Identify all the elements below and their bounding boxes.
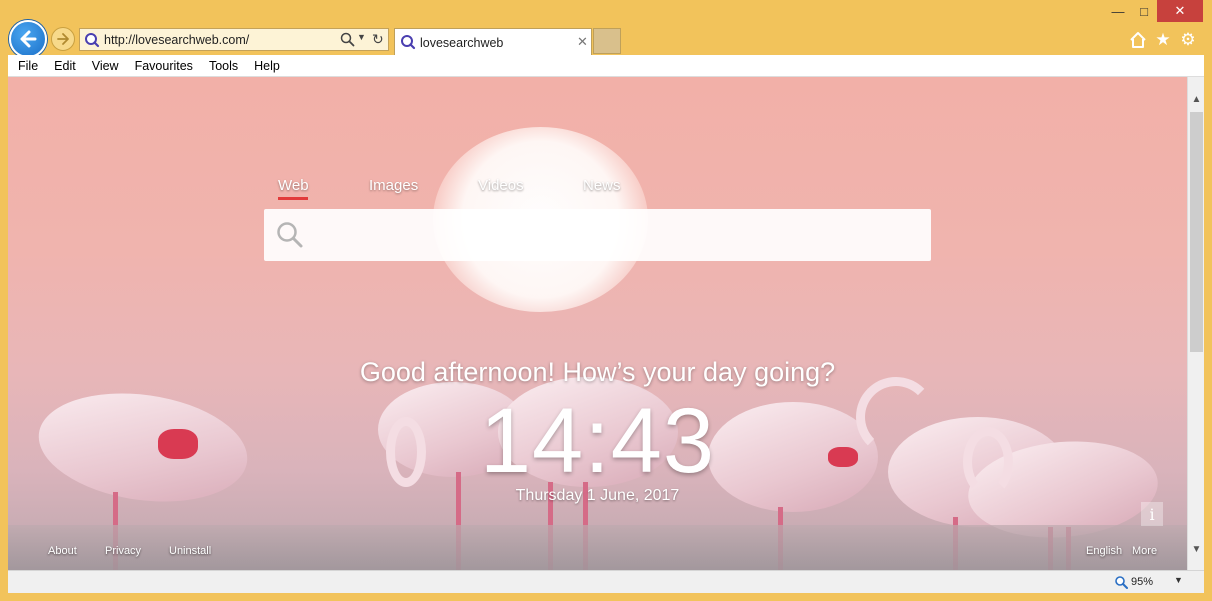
browser-window: — □ ✕ http://lovesearchweb.com/ ▼ ↻ love… <box>0 0 1212 601</box>
clock: 14:43 <box>479 390 716 492</box>
date-text: Thursday 1 June, 2017 <box>515 487 680 504</box>
tab-images[interactable]: Images <box>369 177 418 194</box>
address-dropdown-icon[interactable]: ▼ <box>357 32 366 42</box>
menu-favourites[interactable]: Favourites <box>135 59 193 73</box>
tab-videos[interactable]: Videos <box>478 177 524 194</box>
footer-about-link[interactable]: About <box>48 545 77 557</box>
menu-help[interactable]: Help <box>254 59 280 73</box>
greeting-text: Good afternoon! How’s your day going? <box>359 357 836 387</box>
tab-favicon-icon <box>401 35 416 50</box>
back-button[interactable] <box>9 20 47 58</box>
info-icon[interactable]: i <box>1141 502 1163 526</box>
search-icon <box>277 222 303 248</box>
favorites-star-icon[interactable]: ★ <box>1153 30 1173 50</box>
address-url[interactable]: http://lovesearchweb.com/ <box>104 33 249 47</box>
footer-privacy-link[interactable]: Privacy <box>105 545 141 557</box>
arrow-right-icon <box>57 33 69 45</box>
site-favicon-icon <box>85 33 100 48</box>
home-icon[interactable] <box>1128 30 1148 50</box>
refresh-icon[interactable]: ↻ <box>372 31 384 48</box>
footer-more-link[interactable]: More <box>1132 545 1157 557</box>
gear-icon[interactable]: ⚙ <box>1178 30 1198 50</box>
search-icon[interactable] <box>340 32 355 47</box>
address-bar[interactable]: http://lovesearchweb.com/ ▼ ↻ <box>79 28 389 51</box>
close-window-button[interactable]: ✕ <box>1157 0 1203 22</box>
zoom-icon <box>1115 576 1128 589</box>
browser-tab[interactable]: lovesearchweb ✕ <box>394 28 592 55</box>
search-input[interactable] <box>314 221 914 249</box>
menu-tools[interactable]: Tools <box>209 59 238 73</box>
maximize-button[interactable]: □ <box>1131 0 1157 22</box>
forward-button[interactable] <box>51 27 75 51</box>
close-tab-icon[interactable]: ✕ <box>577 34 588 50</box>
active-tab-underline <box>278 197 308 200</box>
arrow-left-icon <box>20 30 37 48</box>
minimize-button[interactable]: — <box>1105 0 1131 22</box>
menu-edit[interactable]: Edit <box>54 59 76 73</box>
new-tab-button[interactable] <box>593 28 621 54</box>
tab-news[interactable]: News <box>583 177 621 194</box>
footer-language-link[interactable]: English <box>1086 545 1122 557</box>
menu-file[interactable]: File <box>18 59 38 73</box>
zoom-control[interactable]: 95% <box>1114 575 1153 589</box>
tab-title: lovesearchweb <box>420 36 504 50</box>
page-viewport: Web Images Videos News Good afternoon! H… <box>8 77 1187 570</box>
scroll-thumb[interactable] <box>1190 112 1203 352</box>
vertical-scrollbar[interactable]: ▲ ▼ <box>1187 77 1204 570</box>
zoom-level: 95% <box>1131 576 1154 588</box>
scroll-up-icon[interactable]: ▲ <box>1188 91 1205 108</box>
scroll-down-icon[interactable]: ▼ <box>1188 541 1205 558</box>
footer-uninstall-link[interactable]: Uninstall <box>169 545 211 557</box>
status-bar: 95% ▼ <box>8 570 1204 593</box>
menu-bar: File Edit View Favourites Tools Help <box>8 55 1204 77</box>
tab-web[interactable]: Web <box>278 177 309 194</box>
search-box[interactable] <box>264 209 931 261</box>
zoom-dropdown-icon[interactable]: ▼ <box>1174 575 1183 585</box>
menu-view[interactable]: View <box>92 59 119 73</box>
